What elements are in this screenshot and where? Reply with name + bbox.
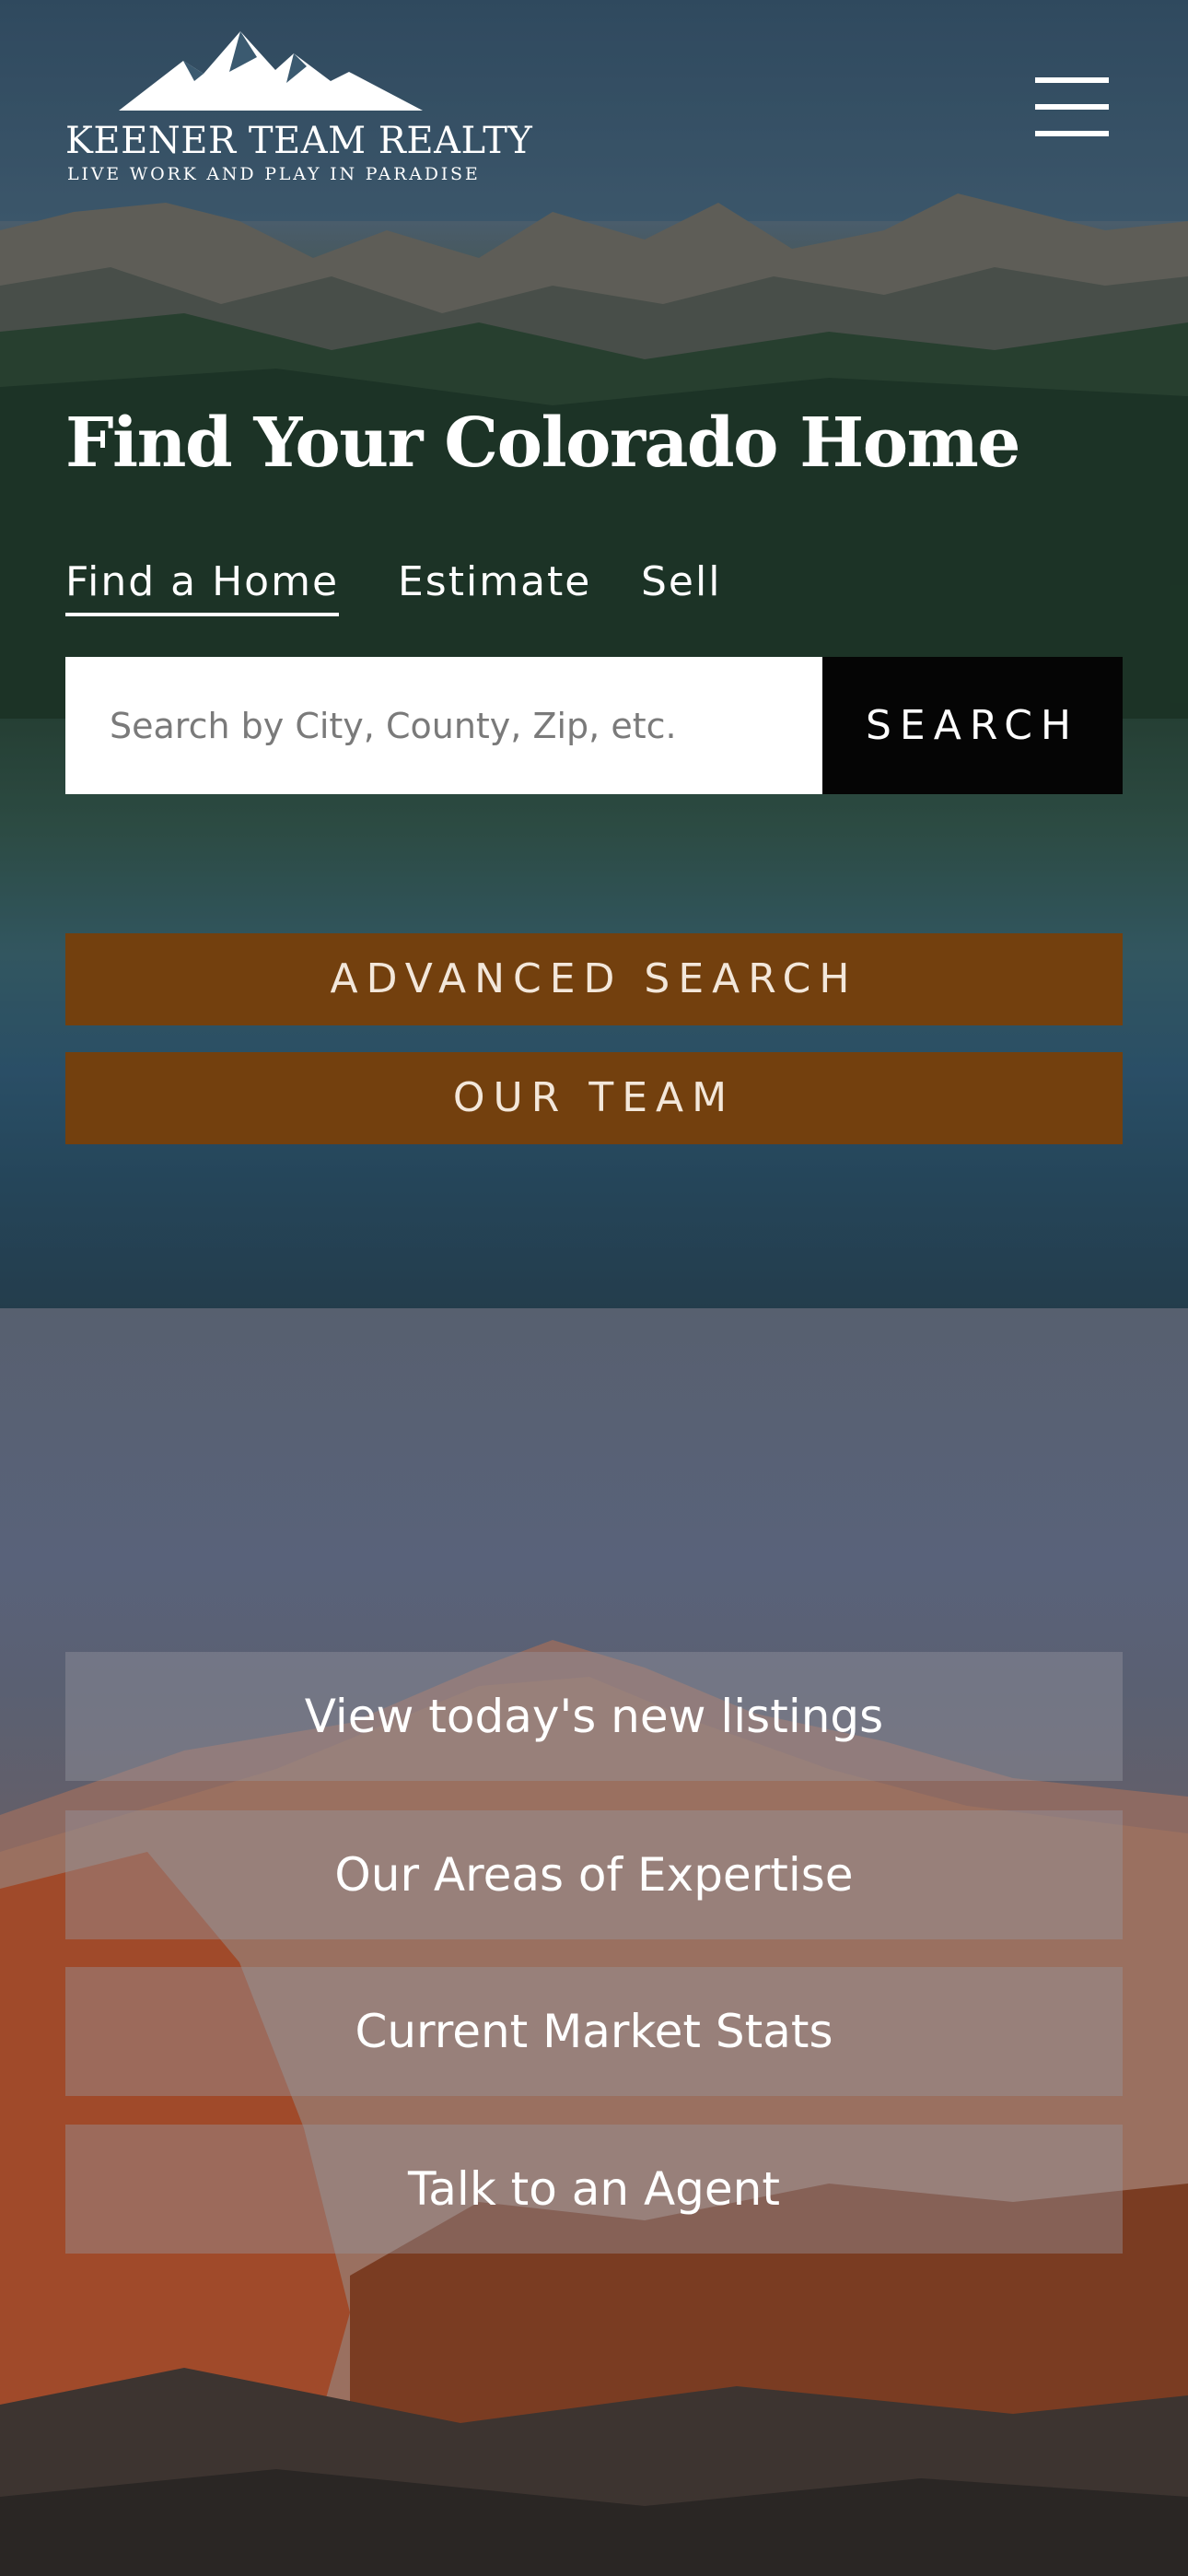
areas-of-expertise-link[interactable]: Our Areas of Expertise (65, 1810, 1123, 1939)
search-bar: SEARCH (65, 657, 1123, 794)
brand-name: KEENER TEAM REALTY (65, 120, 533, 162)
our-team-button[interactable]: OUR TEAM (65, 1052, 1123, 1144)
quick-links-section: View today's new listings Our Areas of E… (0, 1308, 1188, 2576)
tab-find-a-home[interactable]: Find a Home (65, 558, 340, 616)
view-new-listings-link[interactable]: View today's new listings (65, 1652, 1123, 1781)
search-button[interactable]: SEARCH (822, 657, 1123, 794)
search-input[interactable] (65, 657, 822, 794)
hero-title: Find Your Colorado Home (65, 404, 1020, 483)
market-stats-link[interactable]: Current Market Stats (65, 1967, 1123, 2096)
hero-section: KEENER TEAM REALTY LIVE WORK AND PLAY IN… (0, 0, 1188, 1308)
advanced-search-button[interactable]: ADVANCED SEARCH (65, 933, 1123, 1025)
hamburger-menu-icon[interactable] (1035, 77, 1109, 136)
tab-estimate[interactable]: Estimate (398, 558, 591, 613)
tab-sell[interactable]: Sell (641, 558, 721, 613)
brand-logo[interactable]: KEENER TEAM REALTY LIVE WORK AND PLAY IN… (65, 26, 532, 184)
talk-to-agent-link[interactable]: Talk to an Agent (65, 2125, 1123, 2254)
brand-tagline: LIVE WORK AND PLAY IN PARADISE (67, 164, 481, 184)
mountain-logo-icon (119, 31, 423, 111)
